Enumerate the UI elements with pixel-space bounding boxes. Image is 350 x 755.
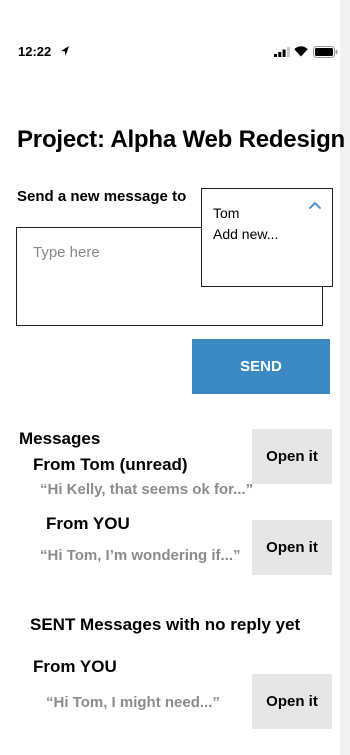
location-arrow-icon: [61, 46, 69, 56]
sent-heading: SENT Messages with no reply yet: [30, 615, 301, 634]
message-preview: “Hi Tom, I’m wondering if...”: [40, 547, 241, 564]
messages-heading: Messages: [19, 429, 101, 448]
recipient-option-tom[interactable]: Tom: [213, 203, 321, 224]
recipient-option-add-new[interactable]: Add new...: [213, 224, 321, 245]
page-title: Project: Alpha Web Redesign: [17, 126, 345, 153]
send-button[interactable]: SEND: [192, 339, 330, 394]
open-message-button[interactable]: Open it: [252, 429, 332, 484]
signal-icon: [274, 47, 290, 57]
status-time: 12:22: [18, 44, 52, 59]
chevron-up-icon[interactable]: [308, 200, 322, 210]
wifi-icon: [294, 46, 308, 57]
message-from: From YOU: [46, 514, 130, 533]
battery-icon: [313, 46, 338, 58]
send-to-label: Send a new message to: [17, 188, 187, 205]
message-from: From Tom (unread): [33, 455, 188, 474]
message-from: From YOU: [33, 657, 117, 676]
message-preview: “Hi Tom, I might need...”: [46, 694, 220, 711]
message-preview: “Hi Kelly, that seems ok for...”: [40, 481, 254, 498]
open-message-button[interactable]: Open it: [252, 520, 332, 575]
scroll-rail[interactable]: [340, 0, 350, 755]
open-message-button[interactable]: Open it: [252, 674, 332, 729]
recipient-dropdown[interactable]: Tom Add new...: [201, 188, 333, 287]
